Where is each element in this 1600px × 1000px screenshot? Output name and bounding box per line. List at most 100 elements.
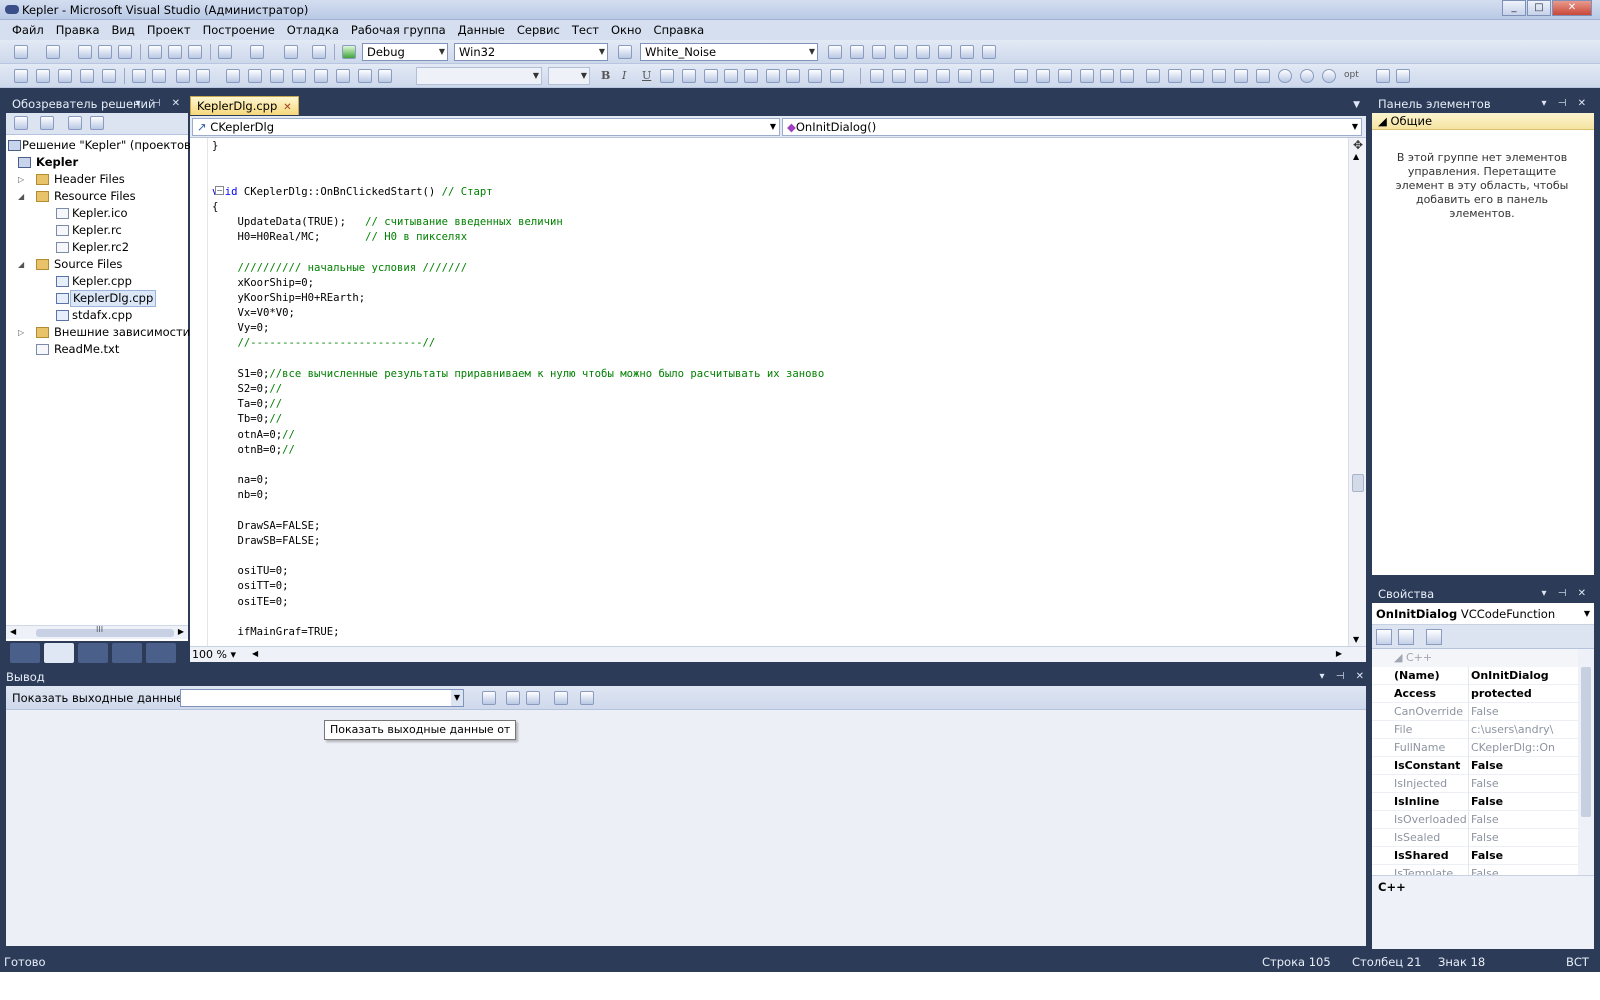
prev-message-icon[interactable] <box>506 691 520 705</box>
horizontal-scrollbar[interactable]: ◀ III ▶ <box>6 625 188 639</box>
class-select[interactable]: ↗ CKeplerDlg ▼ <box>192 118 780 136</box>
solution-explorer-icon[interactable] <box>828 45 842 59</box>
start-debugging-icon[interactable] <box>342 45 356 59</box>
menu-edit[interactable]: Правка <box>50 23 106 37</box>
select-arrow-icon[interactable] <box>1376 69 1390 83</box>
resource-view-tab[interactable] <box>146 643 176 663</box>
close-button[interactable]: ✕ <box>1552 0 1592 16</box>
zoom-select[interactable]: 100 % ▾ <box>192 648 236 661</box>
output-text-area[interactable] <box>6 710 1366 940</box>
property-row[interactable]: IsInjected False <box>1372 775 1578 793</box>
align-left-icon[interactable] <box>704 69 718 83</box>
find-combo[interactable]: White_Noise ▼ <box>640 43 818 61</box>
indent-icon[interactable] <box>830 69 844 83</box>
add-item-icon[interactable] <box>46 45 60 59</box>
menu-project[interactable]: Проект <box>141 23 197 37</box>
property-value[interactable]: False <box>1468 703 1578 721</box>
next-bookmark-folder-icon[interactable] <box>314 69 328 83</box>
prev-bookmark-folder-icon[interactable] <box>292 69 306 83</box>
property-value[interactable]: False <box>1468 847 1578 865</box>
find-in-files-icon[interactable] <box>618 45 632 59</box>
menu-debug[interactable]: Отладка <box>281 23 345 37</box>
property-row[interactable]: IsSealed False <box>1372 829 1578 847</box>
font-size-select[interactable]: ▼ <box>548 67 590 85</box>
property-value[interactable]: False <box>1468 811 1578 829</box>
toolbox-icon[interactable] <box>894 45 908 59</box>
scroll-up-icon[interactable]: ▲ <box>1353 152 1359 161</box>
scroll-right-icon[interactable]: ▶ <box>1336 649 1342 658</box>
bookmark-icon[interactable] <box>226 69 240 83</box>
property-row[interactable]: File c:\users\andry\ <box>1372 721 1578 739</box>
tab-keplerdlg-cpp[interactable]: KeplerDlg.cpp ✕ <box>190 96 299 115</box>
tree-item-project[interactable]: Kepler <box>6 154 188 171</box>
property-row[interactable]: Access protected <box>1372 685 1578 703</box>
magnifier-icon[interactable] <box>980 69 994 83</box>
clear-all-icon[interactable] <box>554 691 568 705</box>
menu-tools[interactable]: Сервис <box>511 23 566 37</box>
property-value[interactable]: False <box>1468 829 1578 847</box>
font-color-icon[interactable] <box>660 69 674 83</box>
cut-icon[interactable] <box>148 45 162 59</box>
menu-help[interactable]: Справка <box>648 23 711 37</box>
scrollbar-thumb[interactable] <box>1581 667 1591 817</box>
collapse-region-icon[interactable]: − <box>215 186 224 195</box>
team-explorer-icon[interactable] <box>938 45 952 59</box>
property-manager-tab[interactable] <box>78 643 108 663</box>
font-name-select[interactable]: ▼ <box>416 67 542 85</box>
pointer-icon[interactable] <box>58 69 72 83</box>
tree-item-resource-files[interactable]: ◢ Resource Files <box>6 188 188 205</box>
redo-icon[interactable] <box>250 45 264 59</box>
eraser-icon[interactable] <box>936 69 950 83</box>
next-message-icon[interactable] <box>526 691 540 705</box>
tree-item-header-files[interactable]: ▷ Header Files <box>6 171 188 188</box>
copy-icon[interactable] <box>168 45 182 59</box>
tree-item-file-selected[interactable]: KeplerDlg.cpp <box>6 290 188 307</box>
rectangle-icon[interactable] <box>1146 69 1160 83</box>
expand-icon[interactable]: ▷ <box>18 171 24 188</box>
show-all-files-icon[interactable] <box>40 116 54 130</box>
tab-order-icon[interactable] <box>14 69 28 83</box>
word-wrap-icon[interactable] <box>580 691 594 705</box>
outlined-rectangle-icon[interactable] <box>1168 69 1182 83</box>
menu-view[interactable]: Вид <box>106 23 141 37</box>
align-grid-icon[interactable] <box>36 69 50 83</box>
panel-controls[interactable]: ▾ ⊣ ✕ <box>1542 585 1590 603</box>
maximize-button[interactable]: □ <box>1527 0 1551 16</box>
collapse-icon[interactable]: ◢ <box>18 256 24 273</box>
scrollbar-thumb[interactable]: III <box>36 625 174 637</box>
underline-button[interactable]: U <box>642 69 651 82</box>
toolbox-group-general[interactable]: ◢ Общие <box>1372 113 1594 130</box>
code-editor[interactable]: } void CKeplerDlg::OnBnClickedStart() // … <box>190 138 1348 646</box>
categorized-icon[interactable] <box>1376 629 1392 645</box>
scroll-left-icon[interactable]: ◀ <box>252 649 258 658</box>
property-row[interactable]: FullName CKeplerDlg::On <box>1372 739 1578 757</box>
property-row[interactable]: IsOverloaded False <box>1372 811 1578 829</box>
minimize-button[interactable]: _ <box>1502 0 1526 16</box>
tree-item-external-deps[interactable]: ▷ Внешние зависимости <box>6 324 190 341</box>
object-selector[interactable]: OnInitDialog VCCodeFunction ▼ <box>1372 603 1594 625</box>
save-icon[interactable] <box>98 45 112 59</box>
panel-controls[interactable]: ▾ ⊣ ✕ <box>136 95 184 113</box>
class-view-tab[interactable] <box>44 643 74 663</box>
menu-team[interactable]: Рабочая группа <box>345 23 452 37</box>
team-explorer-tab[interactable] <box>112 643 142 663</box>
increase-indent-icon[interactable] <box>152 69 166 83</box>
solution-explorer-tab[interactable] <box>10 643 40 663</box>
property-row[interactable]: IsInline False <box>1372 793 1578 811</box>
zoom-icon[interactable] <box>378 69 392 83</box>
filled-rectangle-icon[interactable] <box>1190 69 1204 83</box>
expand-icon[interactable]: ▷ <box>18 324 24 341</box>
filled-round-rect-icon[interactable] <box>1256 69 1270 83</box>
menu-build[interactable]: Построение <box>197 23 281 37</box>
comment-icon[interactable] <box>176 69 190 83</box>
panel-controls[interactable]: ▾ ⊣ ✕ <box>1320 668 1368 686</box>
properties-window-icon[interactable] <box>850 45 864 59</box>
tree-item-file[interactable]: Kepler.rc2 <box>6 239 188 256</box>
highlight-icon[interactable] <box>682 69 696 83</box>
output-source-select[interactable]: ▼ <box>180 689 464 707</box>
property-value[interactable]: False <box>1468 775 1578 793</box>
font-icon[interactable] <box>80 69 94 83</box>
tree-item-file[interactable]: Kepler.cpp <box>6 273 188 290</box>
collapse-icon[interactable]: ◢ <box>18 188 24 205</box>
prev-bookmark-doc-icon[interactable] <box>336 69 350 83</box>
